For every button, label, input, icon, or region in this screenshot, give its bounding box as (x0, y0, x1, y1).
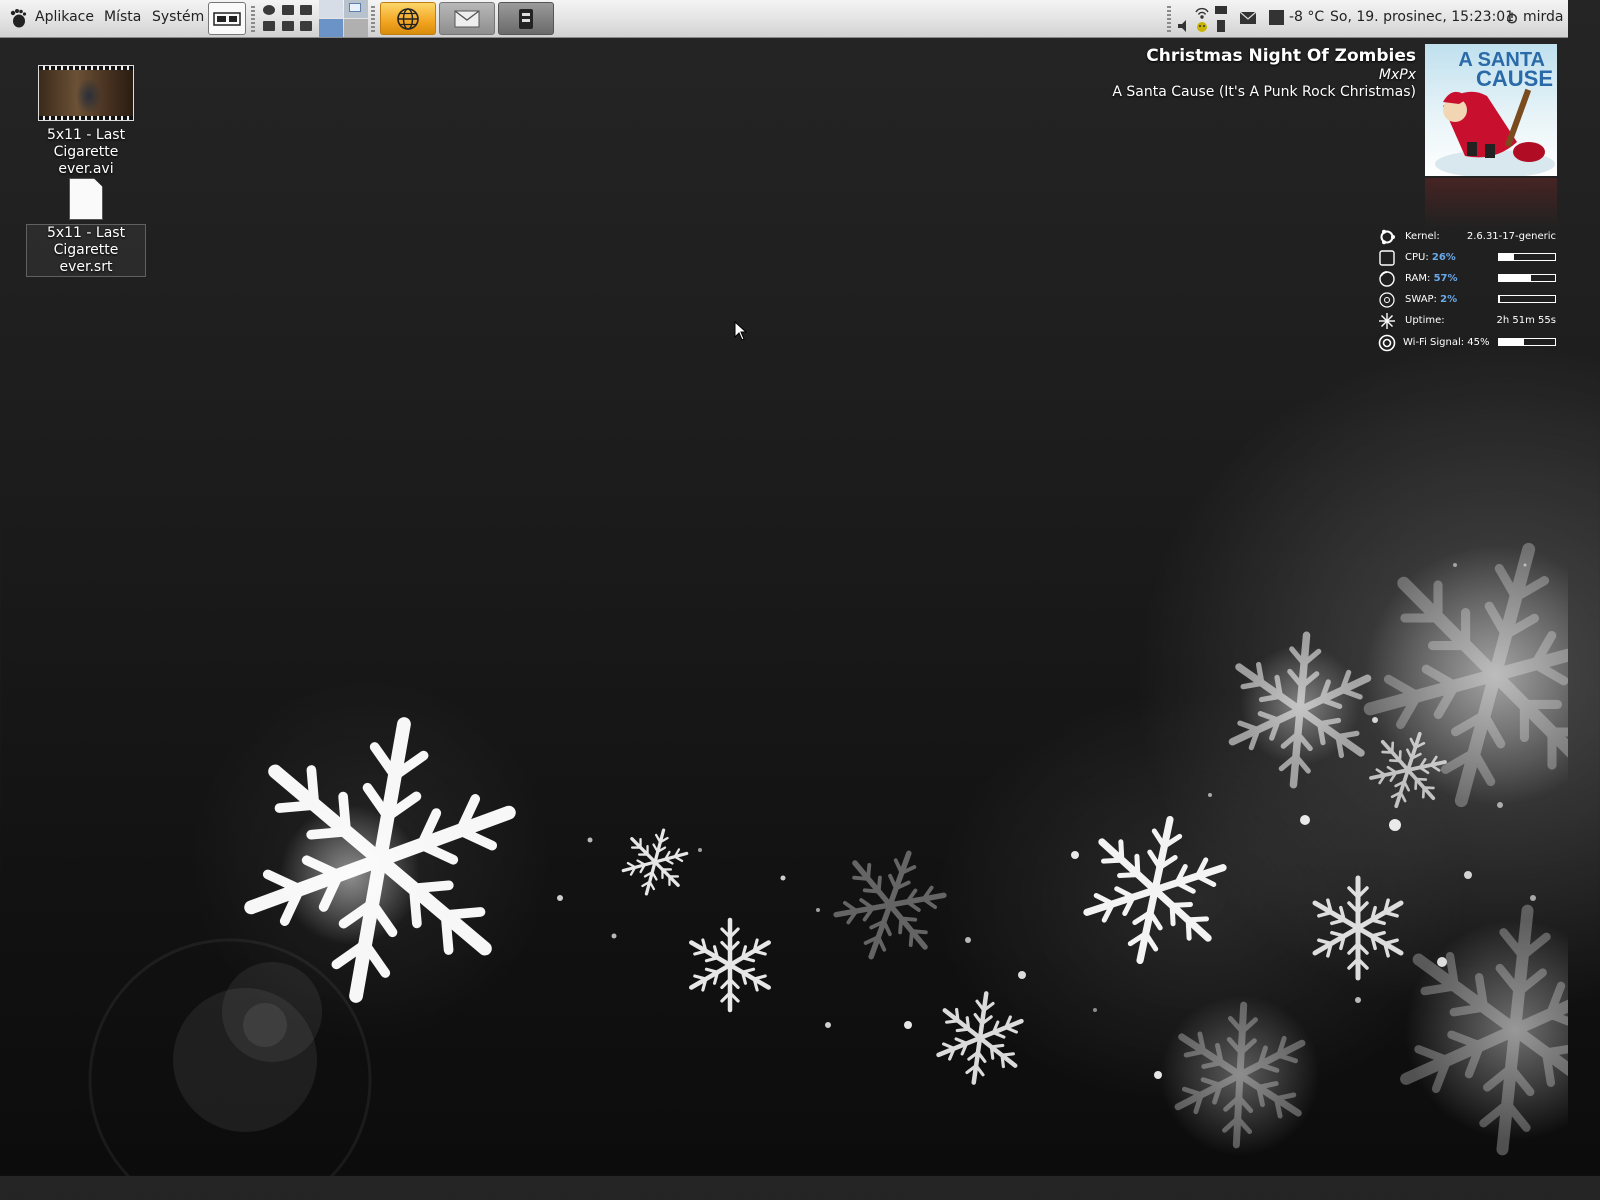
globe-icon (397, 7, 419, 30)
conky-row-ram: RAM: 57% (1376, 270, 1560, 288)
launcher-mail[interactable] (439, 2, 495, 35)
show-desktop-icon (213, 12, 241, 26)
album-cover-art: A SANTA CAUSE (1435, 49, 1555, 176)
quick-launch-applet (260, 3, 316, 35)
menu-system[interactable]: Systém (152, 9, 204, 25)
uptime-value: 2h 51m 55s (1496, 315, 1556, 326)
ubuntu-icon (1380, 229, 1395, 245)
track-title: Christmas Night Of Zombies (1146, 46, 1416, 66)
desktop-icon-avi[interactable]: 5x11 - Last Cigarette ever.avi (26, 65, 146, 178)
swap-icon (1379, 292, 1395, 308)
tray-mail-icon (1215, 6, 1227, 14)
user-name[interactable]: mirda (1523, 9, 1564, 25)
ram-bar (1498, 274, 1556, 282)
power-icon[interactable] (1506, 12, 1518, 24)
conky-row-uptime: Uptime: 2h 51m 55s (1376, 312, 1560, 330)
workspace-switcher[interactable] (318, 0, 368, 37)
workspace-3[interactable] (319, 19, 343, 37)
terminal-icon (519, 8, 533, 29)
desktop-icon-avi-line1: 5x11 - Last (46, 127, 126, 143)
panel-drag-handle-2[interactable] (371, 6, 375, 32)
cpu-label: CPU: (1405, 252, 1429, 263)
launcher-terminal[interactable] (498, 2, 554, 35)
conky-row-cpu: CPU: 26% (1376, 249, 1560, 267)
album-cover-reflection (1425, 178, 1557, 228)
clock[interactable]: So, 19. prosinec, 15:23:01 (1330, 9, 1514, 25)
show-desktop-button[interactable] (208, 2, 246, 35)
panel-drag-handle[interactable] (251, 6, 255, 32)
menu-applications[interactable]: Aplikace (35, 9, 94, 25)
swap-percent: 2% (1440, 294, 1458, 305)
panel-drag-handle-3[interactable] (1167, 6, 1171, 32)
top-panel: Aplikace Místa Systém -8 °C So, 19. pros… (0, 0, 1568, 38)
desktop-icon-srt-line1: 5x11 - Last (46, 225, 126, 241)
album-cover: A SANTA CAUSE (1425, 44, 1557, 176)
gnome-foot-icon[interactable] (8, 8, 28, 28)
cpu-bar (1498, 253, 1556, 261)
wifi-label: Wi-Fi Signal: 45% (1403, 337, 1490, 348)
conky-row-swap: SWAP: 2% (1376, 291, 1560, 309)
printer-icon[interactable] (300, 5, 312, 15)
mail-notify-icon[interactable] (1239, 11, 1257, 25)
wallpaper-snowflakes (88, 0, 1568, 1176)
weather-icon[interactable] (1269, 10, 1284, 25)
desktop-icon-srt[interactable]: 5x11 - Last Cigarette ever.srt (26, 178, 146, 277)
system-tray (1178, 6, 1227, 32)
wifi-signal-icon (1378, 334, 1396, 352)
save-icon[interactable] (300, 21, 312, 31)
uptime-icon (1379, 313, 1395, 329)
kernel-value: 2.6.31-17-generic (1466, 231, 1556, 242)
monitor-icon[interactable] (282, 21, 294, 31)
text-file-icon (69, 178, 103, 220)
ram-icon (1379, 271, 1395, 287)
now-playing-widget: Christmas Night Of Zombies MxPx A Santa … (1112, 46, 1416, 100)
swap-label: SWAP: (1405, 294, 1437, 305)
desktop-icon-srt-label: 5x11 - Last Cigarette ever.srt (26, 224, 146, 277)
ram-percent: 57% (1433, 273, 1458, 284)
track-album: A Santa Cause (It's A Punk Rock Christma… (1112, 84, 1416, 100)
cpu-icon (1379, 250, 1395, 266)
mouse-cursor-icon (734, 321, 748, 341)
cover-text-line2: CAUSE (1476, 66, 1553, 91)
conky-row-wifi: Wi-Fi Signal: 45% (1376, 334, 1560, 352)
uptime-label: Uptime: (1405, 315, 1445, 326)
mail-small-icon[interactable] (263, 21, 275, 31)
kernel-label: Kernel: (1405, 231, 1440, 242)
update-notifier-icon (1197, 22, 1207, 32)
envelope-icon (454, 9, 480, 27)
cpu-percent: 26% (1431, 252, 1456, 263)
launcher-web-browser[interactable] (380, 2, 436, 35)
ram-label: RAM: (1405, 273, 1431, 284)
weather-temperature[interactable]: -8 °C (1289, 9, 1324, 25)
desktop-icon-srt-line2: Cigarette ever.srt (53, 242, 119, 275)
workspace-4[interactable] (344, 19, 368, 37)
swap-bar (1498, 295, 1556, 303)
workspace-1[interactable] (319, 0, 343, 18)
chat-icon[interactable] (282, 5, 294, 15)
wifi-icon (1195, 7, 1209, 19)
track-artist: MxPx (1378, 67, 1416, 83)
menu-places[interactable]: Místa (104, 9, 141, 25)
desktop-icon-avi-line2: Cigarette ever.avi (53, 144, 119, 177)
workspace-2[interactable] (344, 0, 368, 18)
network-icon[interactable] (263, 5, 275, 15)
wifi-bar (1498, 338, 1556, 346)
battery-icon (1217, 20, 1225, 32)
volume-icon (1178, 20, 1186, 32)
video-thumbnail (38, 65, 134, 121)
conky-row-kernel: Kernel: 2.6.31-17-generic (1376, 228, 1560, 246)
